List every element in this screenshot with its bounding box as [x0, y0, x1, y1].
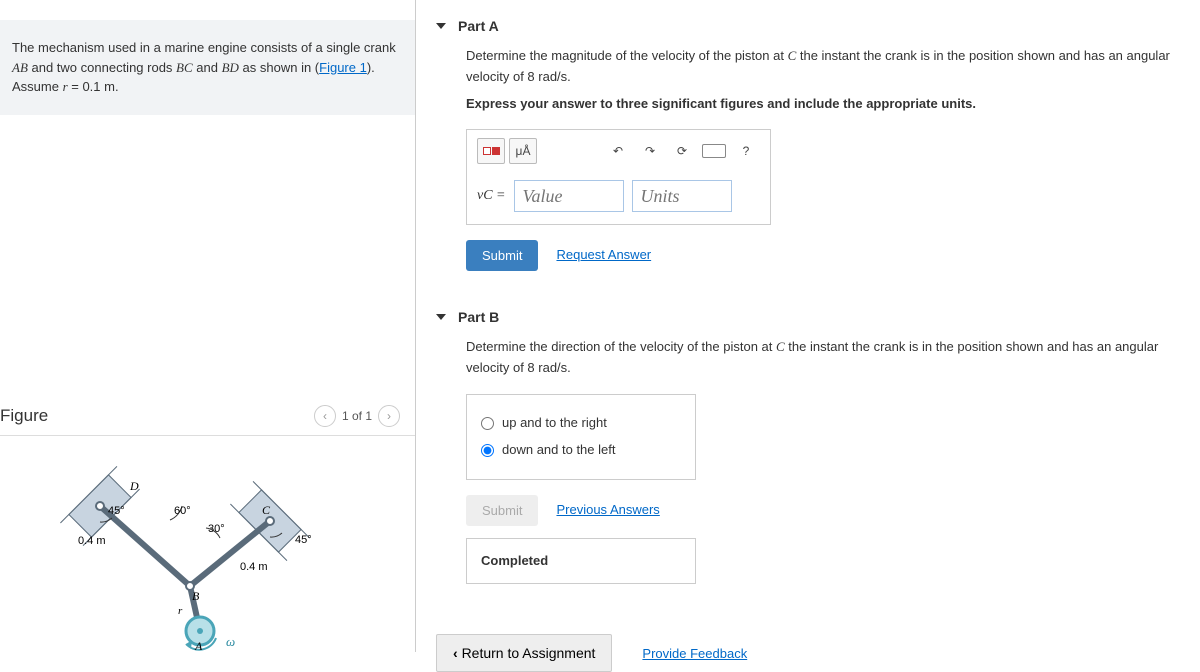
prev-figure-button[interactable]: ‹: [314, 405, 336, 427]
radio-input[interactable]: [481, 444, 494, 457]
var-ab: AB: [12, 60, 28, 75]
problem-statement: The mechanism used in a marine engine co…: [0, 20, 415, 115]
undo-button[interactable]: ↶: [604, 138, 632, 164]
completed-box: Completed: [466, 538, 696, 585]
return-to-assignment-button[interactable]: ‹ Return to Assignment: [436, 634, 612, 672]
units-input[interactable]: [632, 180, 732, 212]
part-a-header[interactable]: Part A: [436, 0, 1180, 46]
submit-button[interactable]: Submit: [466, 240, 538, 271]
label-A: A: [194, 639, 203, 653]
text: as shown in (: [239, 60, 319, 75]
text: = 0.1: [68, 79, 105, 94]
part-a-instruction: Determine the magnitude of the velocity …: [466, 46, 1180, 88]
text: .: [567, 360, 571, 375]
figure-pager: ‹ 1 of 1 ›: [314, 405, 400, 427]
option-label: down and to the left: [502, 440, 615, 461]
figure-link[interactable]: Figure 1: [319, 60, 367, 75]
caret-down-icon: [436, 314, 446, 320]
keyboard-button[interactable]: [700, 138, 728, 164]
redo-button[interactable]: ↷: [636, 138, 664, 164]
part-a-format-instruction: Express your answer to three significant…: [466, 94, 1180, 115]
text: and two connecting rods: [28, 60, 176, 75]
value: 8 rad/s: [527, 69, 567, 84]
label-C: C: [262, 503, 271, 517]
value: 8 rad/s: [527, 360, 567, 375]
text: .: [115, 79, 119, 94]
templates-button[interactable]: [477, 138, 505, 164]
previous-answers-link[interactable]: Previous Answers: [556, 500, 659, 521]
angle-60: 60°: [174, 505, 191, 517]
reset-button[interactable]: ⟳: [668, 138, 696, 164]
submit-button-disabled: Submit: [466, 495, 538, 526]
text: Determine the magnitude of the velocity …: [466, 48, 788, 63]
value-input[interactable]: [514, 180, 624, 212]
request-answer-link[interactable]: Request Answer: [556, 245, 651, 266]
option-down-left[interactable]: down and to the left: [481, 440, 681, 461]
var-c: C: [776, 339, 785, 354]
length-right: 0.4 m: [240, 561, 268, 573]
part-b-instruction: Determine the direction of the velocity …: [466, 337, 1180, 379]
unit: m: [104, 79, 115, 94]
part-b-title: Part B: [458, 309, 499, 325]
angle-30: 30°: [208, 523, 225, 535]
var-c: C: [788, 48, 797, 63]
pager-label: 1 of 1: [342, 409, 372, 423]
length-r: r: [178, 605, 183, 617]
text: and: [193, 60, 222, 75]
vc-label: vC =: [477, 185, 506, 207]
text: The mechanism used in a marine engine co…: [12, 40, 396, 55]
help-button[interactable]: ?: [732, 138, 760, 164]
provide-feedback-link[interactable]: Provide Feedback: [642, 646, 747, 661]
keyboard-icon: [702, 144, 726, 158]
label-D: D: [129, 479, 139, 493]
radio-input[interactable]: [481, 417, 494, 430]
var-bd: BD: [222, 60, 239, 75]
radio-options: up and to the right down and to the left: [466, 394, 696, 480]
text: Determine the direction of the velocity …: [466, 339, 776, 354]
part-a-title: Part A: [458, 18, 499, 34]
length-left: 0.4 m: [78, 535, 106, 547]
angle-45-left: 45°: [108, 505, 125, 517]
figure-title: Figure: [0, 406, 48, 426]
next-figure-button[interactable]: ›: [378, 405, 400, 427]
figure-diagram: D C B A ω 45° 60° 30° 45° 0.4 m 0.4 m r: [0, 436, 415, 669]
answer-box: μÅ ↶ ↷ ⟳ ? vC =: [466, 129, 771, 225]
part-b-header[interactable]: Part B: [436, 291, 1180, 337]
option-label: up and to the right: [502, 413, 607, 434]
angle-45-right: 45°: [295, 534, 312, 546]
var-bc: BC: [176, 60, 193, 75]
option-up-right[interactable]: up and to the right: [481, 413, 681, 434]
label-omega: ω: [226, 634, 235, 649]
caret-down-icon: [436, 23, 446, 29]
text: .: [567, 69, 571, 84]
symbols-button[interactable]: μÅ: [509, 138, 537, 164]
label-B: B: [192, 589, 200, 603]
return-label: Return to Assignment: [462, 645, 596, 661]
